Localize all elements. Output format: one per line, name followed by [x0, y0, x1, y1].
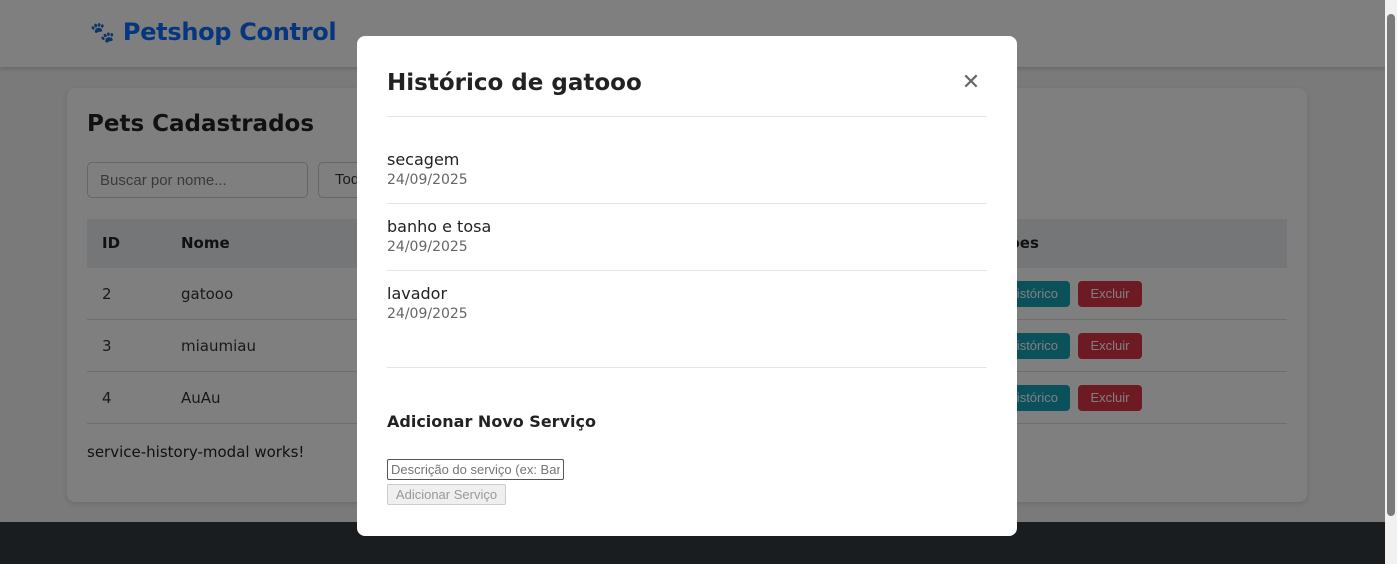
service-item: lavador 24/09/2025	[387, 284, 987, 322]
add-service-button[interactable]: Adicionar Serviço	[387, 484, 506, 505]
service-description: banho e tosa	[387, 217, 492, 236]
service-description-input[interactable]	[387, 459, 564, 480]
service-item: secagem 24/09/2025	[387, 150, 987, 188]
service-date: 24/09/2025	[387, 306, 468, 322]
service-description: lavador	[387, 284, 448, 303]
service-item: banho e tosa 24/09/2025	[387, 217, 987, 255]
divider	[387, 116, 987, 117]
scrollbar-thumb[interactable]	[1387, 14, 1395, 516]
service-date: 24/09/2025	[387, 172, 468, 188]
divider	[387, 203, 987, 204]
close-icon[interactable]: ✕	[960, 72, 982, 94]
divider	[387, 367, 987, 368]
service-date: 24/09/2025	[387, 239, 468, 255]
modal-title: Histórico de gatooo	[387, 70, 642, 96]
divider	[387, 270, 987, 271]
service-history-modal: Histórico de gatooo ✕ secagem 24/09/2025…	[357, 36, 1017, 536]
scrollbar[interactable]	[1385, 0, 1397, 564]
add-service-title: Adicionar Novo Serviço	[387, 412, 596, 431]
service-description: secagem	[387, 150, 460, 169]
